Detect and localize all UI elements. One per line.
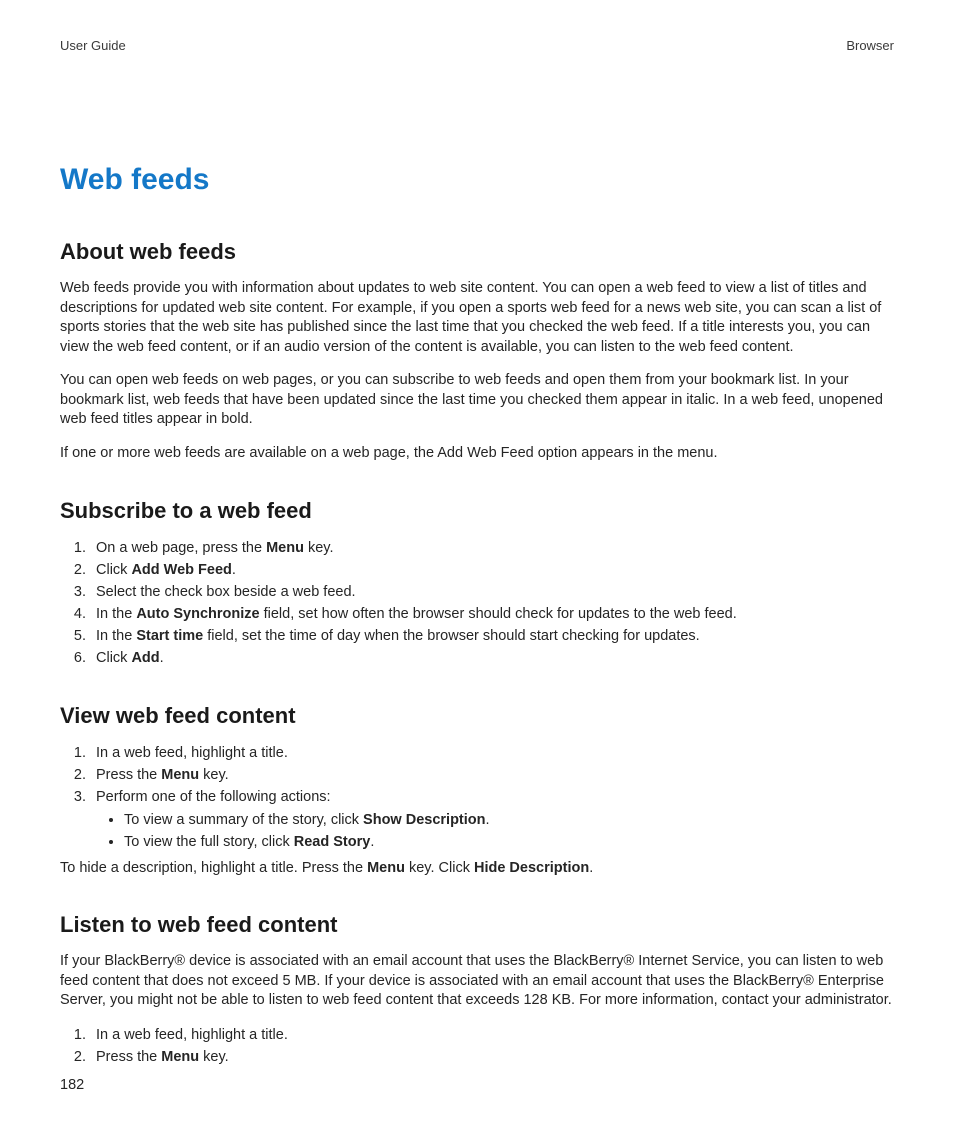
view-step-3: Perform one of the following actions: To… [90,787,894,853]
page-title: Web feeds [60,163,894,197]
subscribe-step-3: Select the check box beside a web feed. [90,582,894,603]
view-steps: In a web feed, highlight a title. Press … [60,743,894,853]
header-left: User Guide [60,38,126,53]
subscribe-step-4: In the Auto Synchronize field, set how o… [90,604,894,625]
subscribe-step-6: Click Add. [90,648,894,669]
subscribe-step-5: In the Start time field, set the time of… [90,626,894,647]
about-paragraph-2: You can open web feeds on web pages, or … [60,371,894,430]
view-substep-2: To view the full story, click Read Story… [124,832,894,853]
listen-step-2: Press the Menu key. [90,1047,894,1068]
listen-paragraph: If your BlackBerry® device is associated… [60,952,894,1011]
view-step-2: Press the Menu key. [90,765,894,786]
document-page: User Guide Browser Web feeds About web f… [0,0,954,1145]
page-number: 182 [60,1077,84,1093]
subscribe-step-2: Click Add Web Feed. [90,560,894,581]
subscribe-step-1: On a web page, press the Menu key. [90,538,894,559]
view-heading: View web feed content [60,703,894,729]
listen-step-1: In a web feed, highlight a title. [90,1025,894,1046]
view-step-1: In a web feed, highlight a title. [90,743,894,764]
about-paragraph-3: If one or more web feeds are available o… [60,444,894,464]
view-note: To hide a description, highlight a title… [60,859,894,879]
about-paragraph-1: Web feeds provide you with information a… [60,279,894,357]
view-substeps: To view a summary of the story, click Sh… [96,810,894,853]
header-right: Browser [846,38,894,53]
listen-heading: Listen to web feed content [60,912,894,938]
view-substep-1: To view a summary of the story, click Sh… [124,810,894,831]
subscribe-heading: Subscribe to a web feed [60,498,894,524]
about-heading: About web feeds [60,239,894,265]
listen-steps: In a web feed, highlight a title. Press … [60,1025,894,1068]
subscribe-steps: On a web page, press the Menu key. Click… [60,538,894,669]
page-header: User Guide Browser [60,38,894,53]
